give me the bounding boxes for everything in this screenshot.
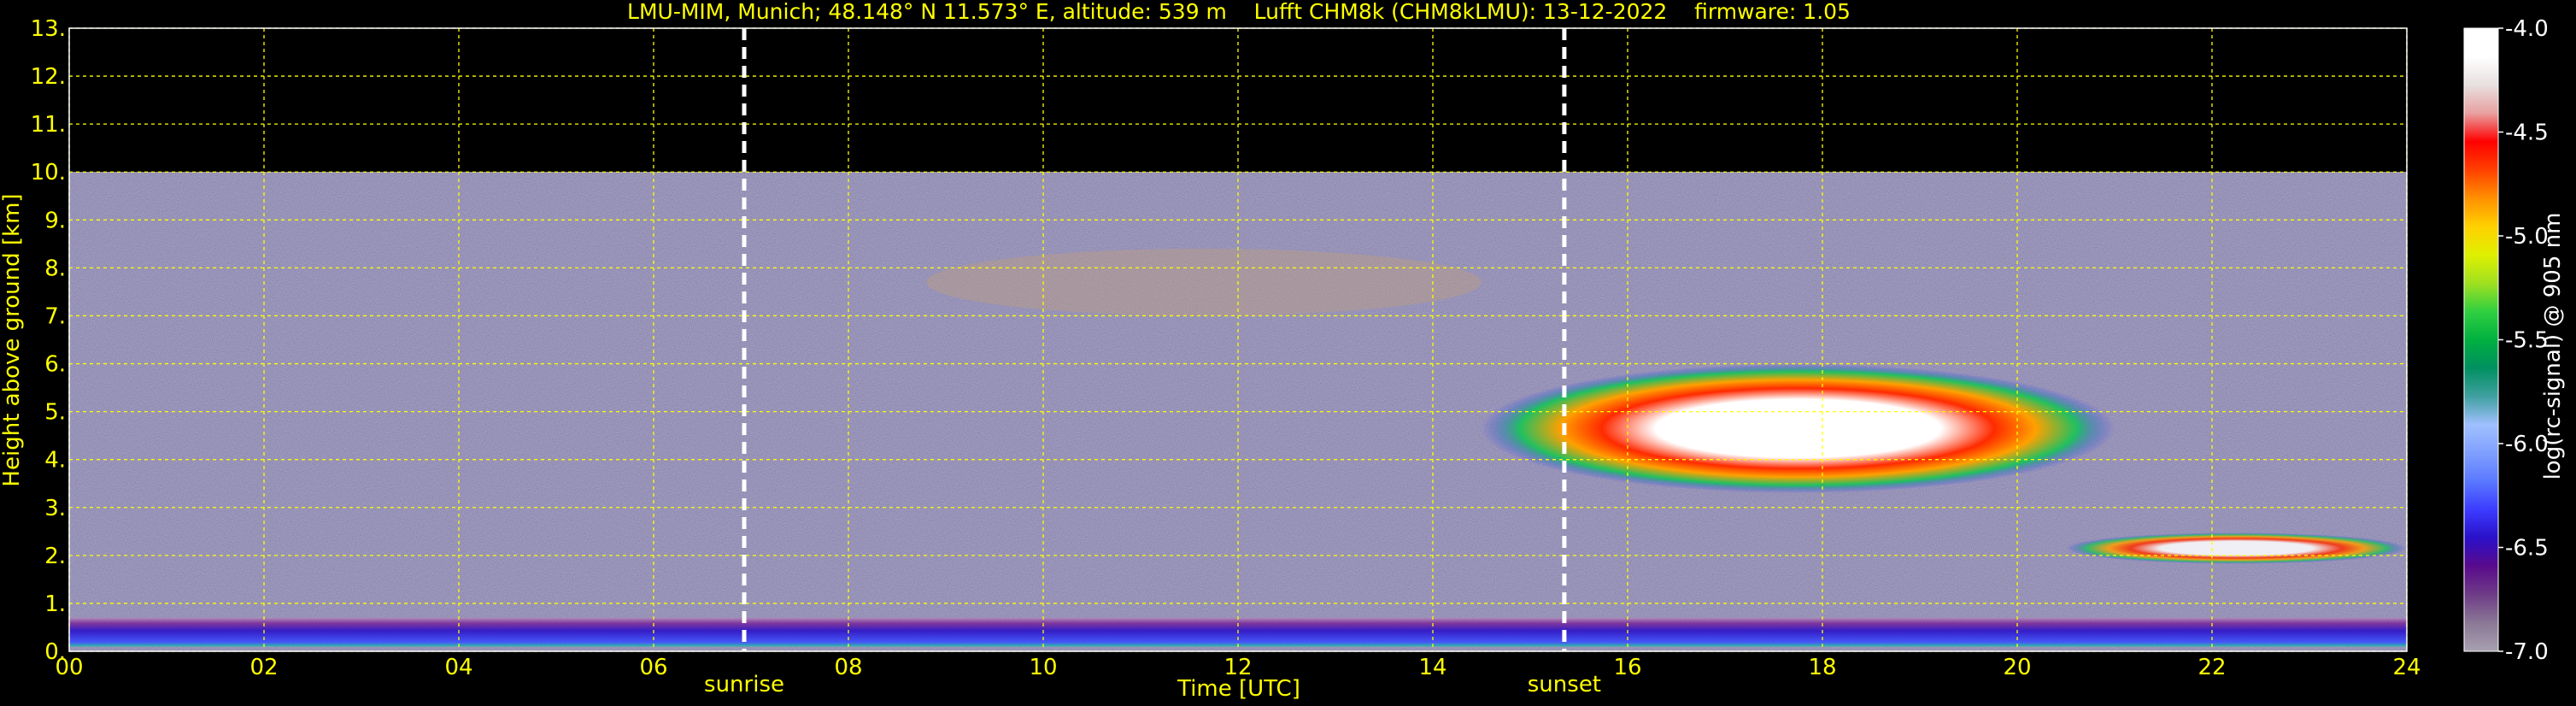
plot-area xyxy=(68,27,2408,652)
y-axis-label: Height above ground [km] xyxy=(0,193,25,486)
colorbar-label: log(rc-signal) @ 905 nm xyxy=(2540,213,2566,480)
y-tick-label: 12. xyxy=(31,64,66,90)
x-tick-label: 10 xyxy=(1029,655,1057,680)
x-tick-label: 22 xyxy=(2198,655,2226,680)
feature-dense-cloud xyxy=(1482,363,2115,493)
y-tick-label: 9. xyxy=(44,208,66,233)
x-tick-label: 14 xyxy=(1418,655,1446,680)
marker-sunrise-label: sunrise xyxy=(704,672,784,697)
x-tick-label: 16 xyxy=(1613,655,1641,680)
colorbar-tick-label: -4.0 xyxy=(2505,16,2549,42)
y-tick-label: 8. xyxy=(44,256,66,281)
ceilometer-chart: 00 02 04 06 08 10 12 14 16 18 20 22 24sunrise sunset … xyxy=(0,0,2566,702)
y-tick-label: 2. xyxy=(44,544,66,569)
y-tick-label: 3. xyxy=(44,496,66,521)
y-tick-label: 5. xyxy=(44,400,66,426)
y-tick-label: 6. xyxy=(44,352,66,378)
y-tick-label: 13. xyxy=(31,16,66,42)
x-tick-label: 02 xyxy=(249,655,278,680)
y-tick-label: 7. xyxy=(44,303,66,329)
y-tick-label: 11. xyxy=(31,112,66,138)
colorbar-tick-label: -6.5 xyxy=(2505,536,2549,562)
x-tick-label: 18 xyxy=(1808,655,1836,680)
colorbar-gradient xyxy=(2463,27,2499,652)
feature-low-cloud xyxy=(2066,532,2407,564)
x-tick-label: 06 xyxy=(639,655,667,680)
y-tick-label: 0. xyxy=(44,639,66,665)
colorbar: -4.0-4.5-5.0-5.5-6.0-6.5-7.0 log(rc-sign… xyxy=(2463,16,2566,665)
x-tick-label: 20 xyxy=(2003,655,2031,680)
y-axis-ticks: 0. 1. 2. 3. 4. 5. 6. 7. 8. 9. 10. 11. 12. 13. xyxy=(31,16,66,665)
x-axis-label: Time [UTC] xyxy=(1177,676,1300,702)
y-tick-label: 10. xyxy=(31,160,66,185)
x-tick-label: 08 xyxy=(834,655,862,680)
feature-upper-cloud xyxy=(926,248,1482,316)
y-tick-label: 4. xyxy=(44,448,66,474)
x-tick-label: 24 xyxy=(2392,655,2421,680)
chart-title: LMU-MIM, Munich; 48.148° N 11.573° E, al… xyxy=(627,0,1851,24)
marker-sunset-label: sunset xyxy=(1528,672,1601,697)
x-tick-label: 04 xyxy=(444,655,472,680)
colorbar-tick-label: -7.0 xyxy=(2505,639,2549,665)
colorbar-tick-label: -4.5 xyxy=(2505,121,2549,146)
y-tick-label: 1. xyxy=(44,591,66,617)
